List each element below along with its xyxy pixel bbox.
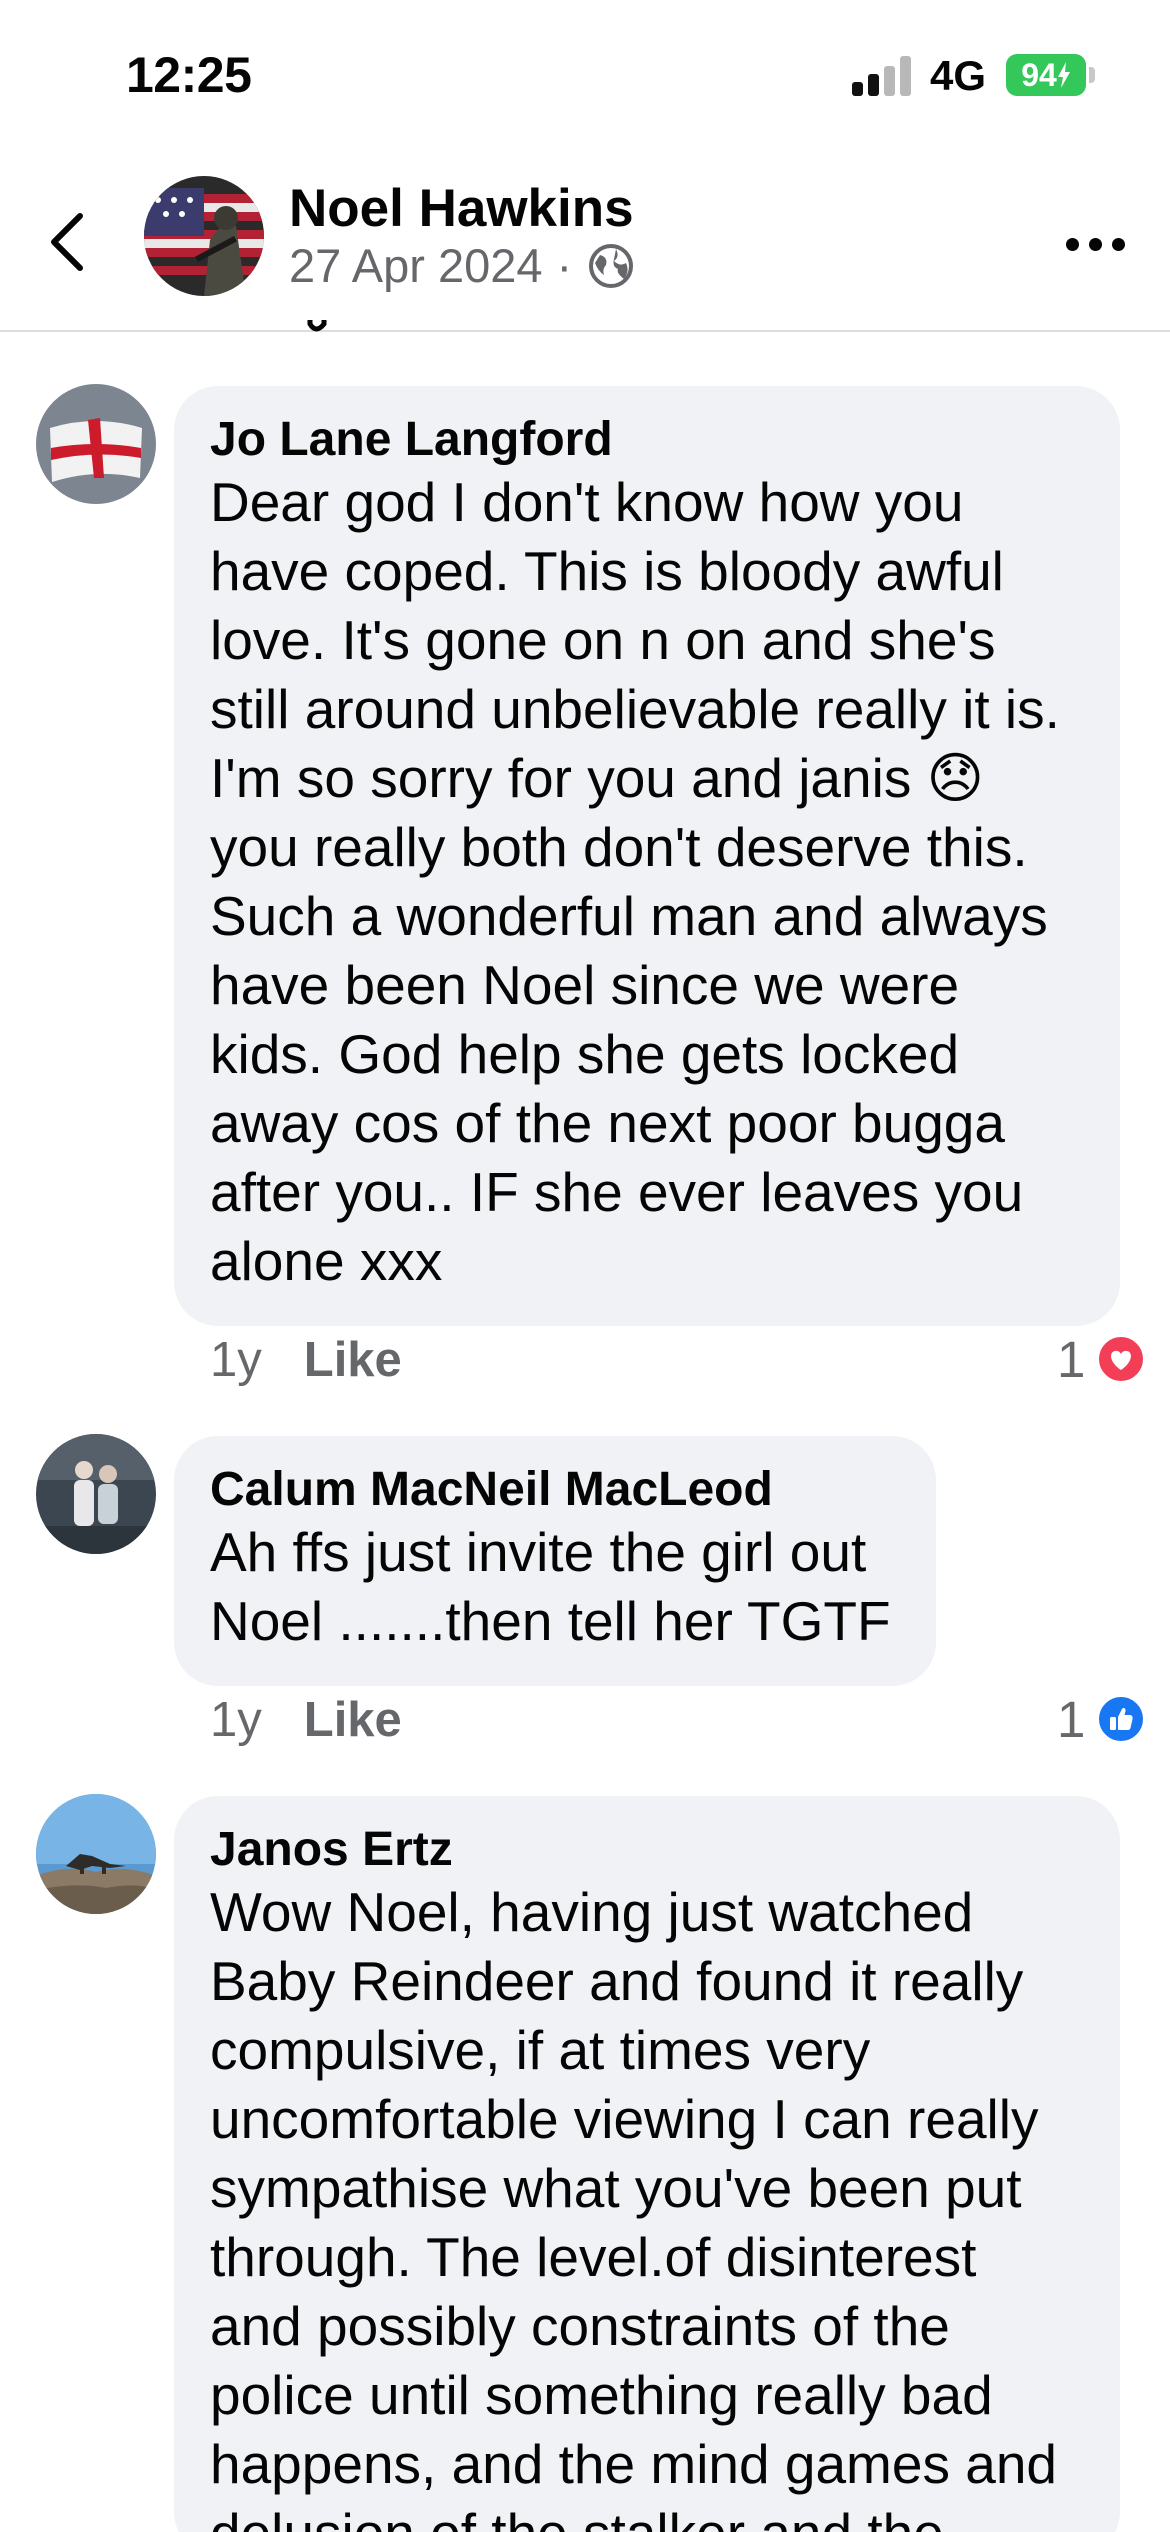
more-dot <box>1089 238 1102 251</box>
comment-time: 1y <box>210 1333 262 1387</box>
comment-bubble[interactable]: Calum MacNeil MacLeod Ah ffs just invite… <box>174 1436 936 1686</box>
comment-bubble[interactable]: Janos Ertz Wow Noel, having just watched… <box>174 1796 1120 2532</box>
comment-line: kids. God help she gets locked <box>210 1023 960 1085</box>
comment-line: I'm so sorry for you and janis 😞 <box>210 747 984 809</box>
comment-line: Baby Reindeer and found it really <box>210 1950 1024 2012</box>
comment-line: love. It's gone on n on and she's <box>210 609 996 671</box>
charging-bolt-icon <box>1057 62 1070 88</box>
screen: 12:25 4G 94 Noel Hawkins 27 Apr 2024 · J… <box>0 0 1170 2532</box>
post-header: Noel Hawkins 27 Apr 2024 · <box>0 150 1170 332</box>
meta-separator: · <box>556 239 573 292</box>
comment-line: delusion of the stalker and the <box>210 2499 1084 2532</box>
commenter-avatar[interactable] <box>36 1434 156 1554</box>
like-reaction-icon[interactable] <box>1096 1694 1146 1744</box>
more-horizontal-icon <box>1066 238 1079 251</box>
lizard-photo-avatar-icon <box>36 1794 156 1914</box>
battery-icon: 94 <box>1006 54 1086 96</box>
globe-icon <box>589 243 634 288</box>
comment-bubble[interactable]: Jo Lane Langford Dear god I don't know h… <box>174 386 1120 1326</box>
heart-icon <box>1111 1350 1131 1370</box>
battery-level: 94 <box>1021 56 1057 93</box>
comment-text: Ah ffs just invite the girl out Noel ...… <box>210 1518 900 1656</box>
like-button[interactable]: Like <box>304 1332 402 1388</box>
author-avatar[interactable] <box>144 176 264 296</box>
love-reaction-icon[interactable] <box>1096 1334 1146 1384</box>
comment-line: and possibly constraints of the <box>210 2295 950 2357</box>
comment-line: Noel .......then tell her TGTF <box>210 1590 891 1652</box>
comment-line: Such a wonderful man and always <box>210 885 1048 947</box>
more-options-button[interactable] <box>1066 230 1126 260</box>
commenter-name[interactable]: Jo Lane Langford <box>210 412 1084 468</box>
comment-line: through. The level.of disinterest <box>210 2226 977 2288</box>
commenter-avatar[interactable] <box>36 384 156 504</box>
comment-line: after you.. IF she ever leaves you <box>210 1161 1024 1223</box>
comment-text: Wow Noel, having just watched Baby Reind… <box>210 1878 1084 2532</box>
comment-line: Ah ffs just invite the girl out <box>210 1521 867 1583</box>
us-flag-soldier-avatar-icon <box>144 176 264 296</box>
network-type: 4G <box>930 52 987 99</box>
comment-line: Dear god I don't know how you <box>210 471 964 533</box>
comment-line: still around unbelievable really it is. <box>210 678 1060 740</box>
back-button[interactable] <box>40 202 100 282</box>
comment-time: 1y <box>210 1693 262 1747</box>
comment-line: have coped. This is bloody awful <box>210 540 1004 602</box>
post-meta: 27 Apr 2024 · <box>289 238 636 293</box>
status-time: 12:25 <box>126 47 252 103</box>
reaction-count[interactable]: 1 <box>1057 1690 1085 1749</box>
like-button[interactable]: Like <box>304 1692 402 1748</box>
commenter-name[interactable]: Janos Ertz <box>210 1822 1084 1878</box>
comment-line: away cos of the next poor bugga <box>210 1092 1005 1154</box>
comment-line: have been Noel since we were <box>210 954 960 1016</box>
post-date[interactable]: 27 Apr 2024 <box>289 238 543 293</box>
comment-line: police until something really bad <box>210 2364 993 2426</box>
couple-photo-avatar-icon <box>36 1434 156 1554</box>
more-dot <box>1112 238 1125 251</box>
comment-line: you really both don't deserve this. <box>210 816 1028 878</box>
comment-text: Dear god I don't know how you have coped… <box>210 468 1084 1296</box>
commenter-name[interactable]: Calum MacNeil MacLeod <box>210 1462 900 1518</box>
comment-line: uncomfortable viewing I can really <box>210 2088 1039 2150</box>
england-flag-avatar-icon <box>36 384 156 504</box>
cellular-signal-icon <box>852 56 914 96</box>
author-name[interactable]: Noel Hawkins <box>289 178 634 239</box>
comment-line: happens, and the mind games and <box>210 2433 1057 2495</box>
battery-nub <box>1089 67 1095 83</box>
comment-line: alone xxx <box>210 1230 443 1292</box>
comment-line: Wow Noel, having just watched <box>210 1881 974 1943</box>
comment-actions: 1y Like <box>210 1332 402 1388</box>
comment-actions: 1y Like <box>210 1692 402 1748</box>
comment-line: compulsive, if at times very <box>210 2019 871 2081</box>
scrolled-content-edge <box>200 320 460 338</box>
comment-line: sympathise what you've been put <box>210 2157 1022 2219</box>
clipped-text-glyphs <box>307 320 327 332</box>
reaction-count[interactable]: 1 <box>1057 1330 1085 1389</box>
chevron-left-icon <box>51 213 83 271</box>
status-bar: 12:25 4G 94 <box>0 0 1170 150</box>
thumbs-up-icon <box>1110 1707 1133 1730</box>
commenter-avatar[interactable] <box>36 1794 156 1914</box>
